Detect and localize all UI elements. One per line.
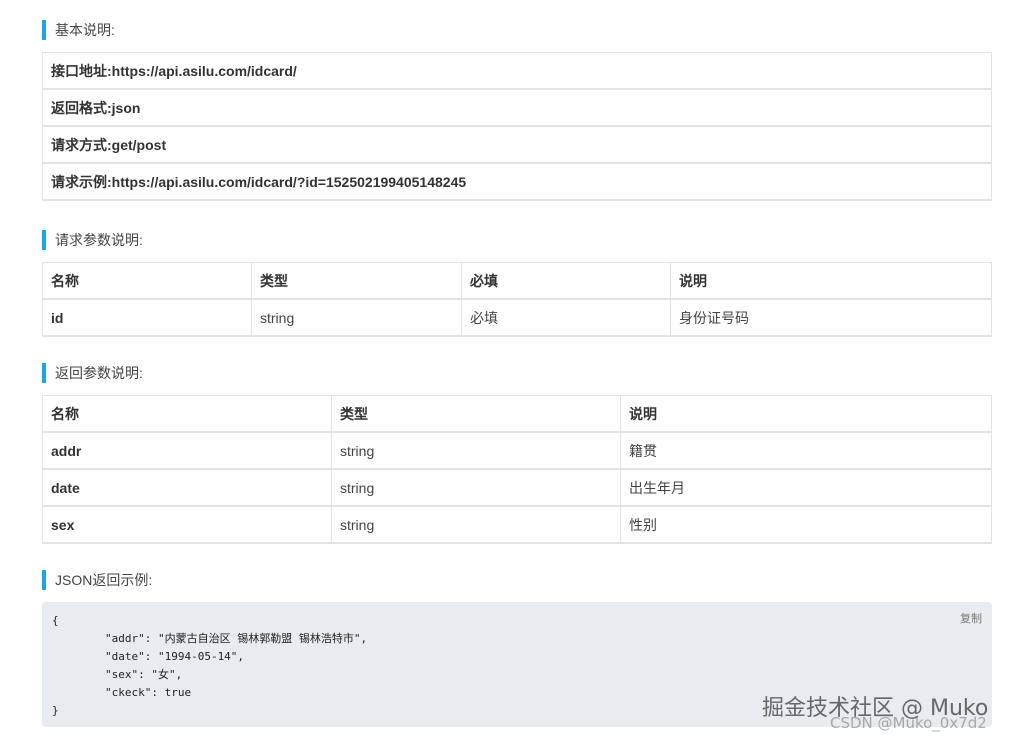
response-params-table: 名称 类型 说明 addr string 籍贯 date string 出生年月…: [42, 395, 992, 544]
table-cell: addr: [42, 431, 332, 470]
section-title-request: 请求参数说明:: [42, 230, 143, 250]
basic-info-table: 接口地址:https://api.asilu.com/idcard/ 返回格式:…: [42, 52, 992, 201]
basic-value: json: [111, 99, 141, 116]
watermark-csdn: CSDN @Muko_0x7d2: [830, 714, 987, 732]
table-row: date string 出生年月: [42, 468, 992, 507]
column-header: 说明: [620, 395, 992, 433]
basic-label: 请求方式:: [51, 136, 112, 153]
section-title-json: JSON返回示例:: [42, 570, 152, 590]
table-cell: date: [42, 468, 332, 507]
table-cell: id: [42, 298, 252, 337]
table-cell: sex: [42, 505, 332, 544]
table-cell: string: [331, 468, 621, 507]
table-cell: 籍贯: [620, 431, 992, 470]
table-row: id string 必填 身份证号码: [42, 298, 992, 337]
table-cell: 出生年月: [620, 468, 992, 507]
table-cell: 性别: [620, 505, 992, 544]
table-row: 请求方式:get/post: [42, 125, 992, 164]
column-header: 类型: [331, 395, 621, 433]
basic-label: 返回格式:: [51, 99, 112, 116]
table-cell: 必填: [461, 298, 671, 337]
basic-label: 接口地址:: [51, 62, 112, 79]
table-cell: string: [251, 298, 462, 337]
table-row: sex string 性别: [42, 505, 992, 544]
section-title-response: 返回参数说明:: [42, 363, 143, 383]
column-header: 名称: [42, 395, 332, 433]
table-cell: string: [331, 431, 621, 470]
section-title-basic: 基本说明:: [42, 20, 115, 40]
basic-value: get/post: [111, 136, 167, 153]
table-header-row: 名称 类型 必填 说明: [42, 262, 992, 300]
table-cell: string: [331, 505, 621, 544]
request-params-table: 名称 类型 必填 说明 id string 必填 身份证号码: [42, 262, 992, 337]
table-header-row: 名称 类型 说明: [42, 395, 992, 433]
basic-value: https://api.asilu.com/idcard/?id=1525021…: [111, 173, 467, 190]
table-cell: 身份证号码: [670, 298, 992, 337]
column-header: 名称: [42, 262, 252, 300]
basic-label: 请求示例:: [51, 173, 112, 190]
column-header: 类型: [251, 262, 462, 300]
table-row: 接口地址:https://api.asilu.com/idcard/: [42, 52, 992, 90]
table-row: 请求示例:https://api.asilu.com/idcard/?id=15…: [42, 162, 992, 201]
basic-value: https://api.asilu.com/idcard/: [111, 62, 297, 79]
table-row: addr string 籍贯: [42, 431, 992, 470]
column-header: 说明: [670, 262, 992, 300]
table-row: 返回格式:json: [42, 88, 992, 127]
column-header: 必填: [461, 262, 671, 300]
copy-button[interactable]: 复制: [960, 610, 982, 626]
